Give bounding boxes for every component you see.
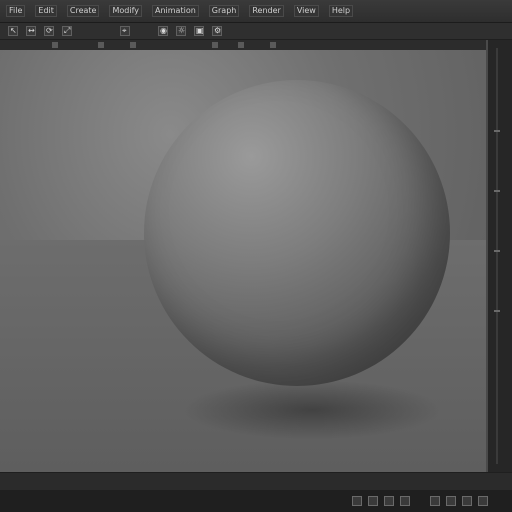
- snap-tool-button[interactable]: ⌖: [120, 26, 130, 36]
- grid-icon[interactable]: [430, 496, 440, 506]
- render-icon: ▣: [196, 26, 204, 35]
- menu-item-edit[interactable]: Edit: [35, 5, 57, 17]
- select-icon: ↖: [10, 26, 17, 35]
- menu-item-help[interactable]: Help: [328, 5, 354, 17]
- camera-icon[interactable]: [446, 496, 456, 506]
- option-toggle[interactable]: [98, 42, 104, 48]
- option-toggle[interactable]: [238, 42, 244, 48]
- sphere-object[interactable]: [144, 80, 450, 386]
- settings-icon: ⚙: [214, 26, 222, 35]
- panel-tick: [494, 250, 500, 252]
- panel-tick: [494, 130, 500, 132]
- record-icon[interactable]: [384, 496, 394, 506]
- timeline-bar[interactable]: [0, 472, 512, 491]
- menu-item-view[interactable]: View: [293, 5, 319, 17]
- scale-tool-button[interactable]: ⤢: [62, 26, 72, 36]
- menu-item-create[interactable]: Create: [66, 5, 100, 17]
- status-bar: [0, 490, 512, 512]
- menu-item-animation[interactable]: Animation: [152, 5, 199, 17]
- light-icon: ☼: [178, 26, 186, 35]
- camera-icon: ◉: [160, 26, 167, 35]
- move-tool-button[interactable]: ↔: [26, 26, 36, 36]
- light-tool-button[interactable]: ☼: [176, 26, 186, 36]
- toolbar: ↖ ↔ ⟳ ⤢ ⌖ ◉ ☼ ▣ ⚙: [0, 23, 512, 40]
- play-icon[interactable]: [352, 496, 362, 506]
- select-tool-button[interactable]: ↖: [8, 26, 18, 36]
- option-toggle[interactable]: [212, 42, 218, 48]
- menu-item-render[interactable]: Render: [249, 5, 284, 17]
- move-icon: ↔: [28, 26, 35, 35]
- option-toggle[interactable]: [52, 42, 58, 48]
- rotate-icon: ⟳: [46, 26, 53, 35]
- settings-tool-button[interactable]: ⚙: [212, 26, 222, 36]
- panel-divider: [496, 48, 498, 464]
- menu-items: File Edit Create Modify Animation Graph …: [6, 5, 354, 17]
- info-icon[interactable]: [462, 496, 472, 506]
- option-toggle[interactable]: [130, 42, 136, 48]
- settings-icon[interactable]: [400, 496, 410, 506]
- panel-tick: [494, 190, 500, 192]
- close-icon[interactable]: [478, 496, 488, 506]
- menu-item-graph[interactable]: Graph: [208, 5, 240, 17]
- scale-icon: ⤢: [64, 26, 71, 35]
- sphere-shadow: [182, 380, 442, 440]
- menu-bar: File Edit Create Modify Animation Graph …: [0, 0, 512, 23]
- render-tool-button[interactable]: ▣: [194, 26, 204, 36]
- pause-icon[interactable]: [368, 496, 378, 506]
- 3d-viewport[interactable]: [0, 50, 486, 472]
- menu-item-modify[interactable]: Modify: [109, 5, 142, 17]
- camera-tool-button[interactable]: ◉: [158, 26, 168, 36]
- right-panel: [486, 40, 512, 472]
- panel-tick: [494, 310, 500, 312]
- snap-icon: ⌖: [122, 26, 127, 35]
- menu-item-file[interactable]: File: [6, 5, 26, 17]
- option-toggle[interactable]: [270, 42, 276, 48]
- app-window: File Edit Create Modify Animation Graph …: [0, 0, 512, 512]
- rotate-tool-button[interactable]: ⟳: [44, 26, 54, 36]
